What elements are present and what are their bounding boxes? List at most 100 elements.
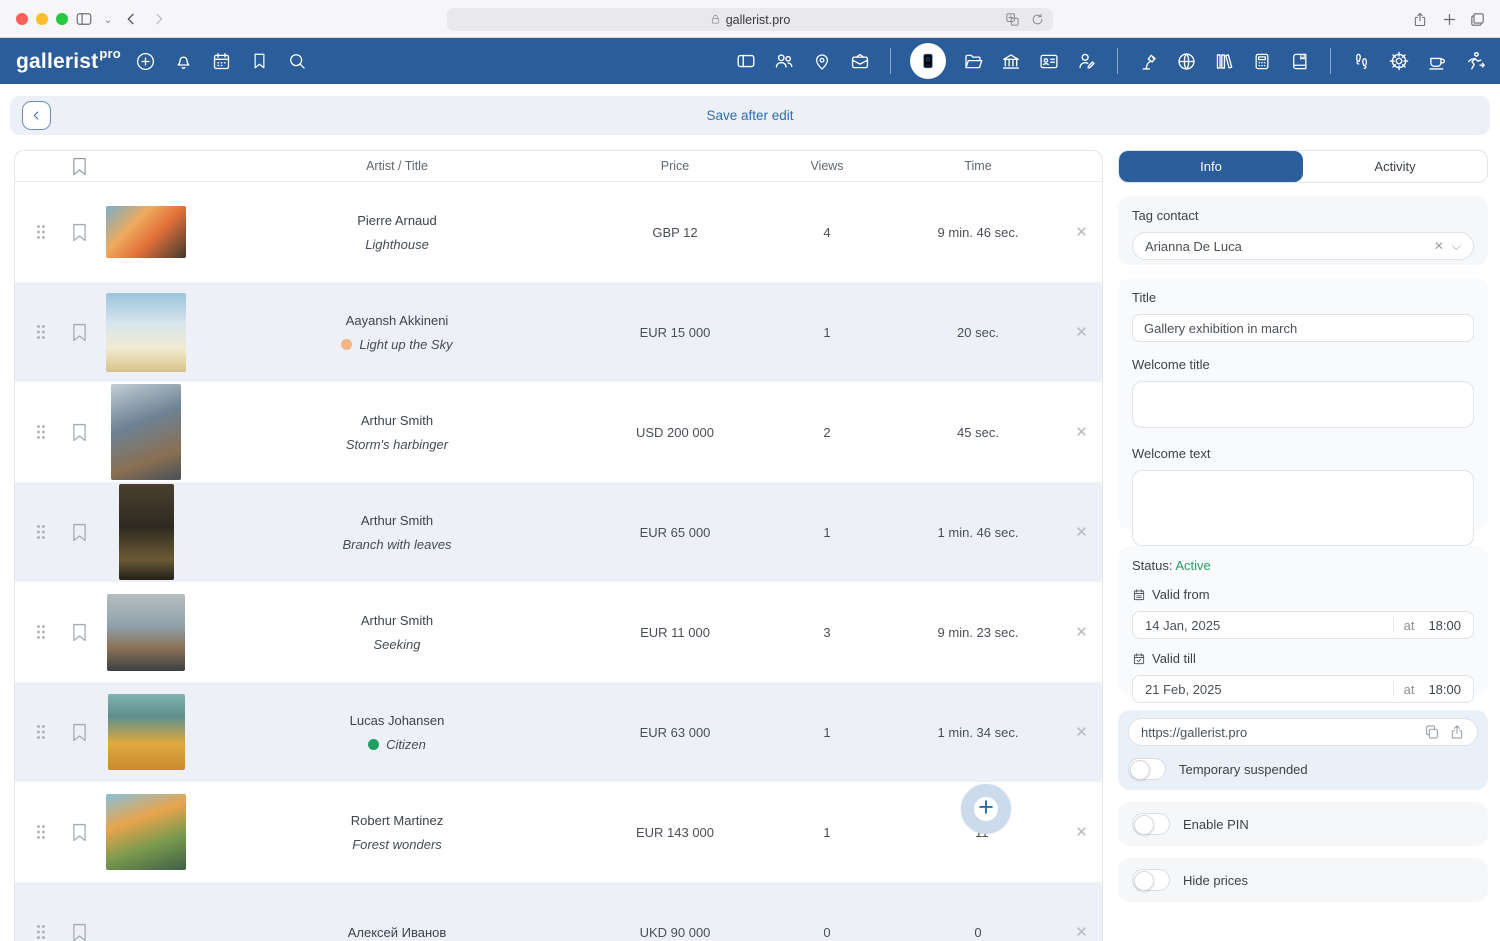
add-artwork-fab[interactable]: + — [961, 784, 1011, 834]
settings-gear-icon[interactable] — [1388, 50, 1410, 72]
share-link-icon[interactable] — [1449, 724, 1465, 740]
bank-museum-icon[interactable] — [1000, 50, 1022, 72]
valid-from-field[interactable]: 14 Jan, 2025 at 18:00 — [1132, 611, 1474, 639]
clear-icon[interactable]: ✕ — [1434, 239, 1444, 254]
address-bar[interactable]: gallerist.pro — [447, 8, 1053, 31]
minimize-window-button[interactable] — [36, 13, 48, 25]
add-circle-icon[interactable] — [134, 50, 156, 72]
artwork-thumbnail[interactable] — [106, 794, 186, 870]
bookmark-icon[interactable] — [67, 223, 91, 242]
tab-activity[interactable]: Activity — [1303, 151, 1487, 182]
bookmarks-icon[interactable] — [248, 50, 270, 72]
notifications-bell-icon[interactable] — [172, 50, 194, 72]
back-icon[interactable] — [119, 7, 143, 31]
drag-handle-icon[interactable] — [15, 824, 67, 840]
tab-info[interactable]: Info — [1119, 151, 1303, 182]
coffee-cup-icon[interactable] — [1426, 50, 1448, 72]
drag-handle-icon[interactable] — [15, 524, 67, 540]
bookmark-icon[interactable] — [67, 523, 91, 542]
share-url-field[interactable]: https://gallerist.pro — [1128, 718, 1478, 746]
library-books-icon[interactable] — [1213, 50, 1235, 72]
drag-handle-icon[interactable] — [15, 924, 67, 940]
table-row[interactable]: Pierre ArnaudLighthouse GBP 12 4 9 min. … — [15, 182, 1102, 282]
table-row[interactable]: Arthur SmithStorm's harbinger USD 200 00… — [15, 382, 1102, 482]
calendar-icon[interactable] — [210, 50, 232, 72]
valid-from-date[interactable]: 14 Jan, 2025 — [1145, 618, 1393, 633]
remove-row-button[interactable]: ✕ — [1059, 823, 1103, 841]
copy-icon[interactable] — [1424, 724, 1440, 740]
globe-icon[interactable] — [1175, 50, 1197, 72]
remove-row-button[interactable]: ✕ — [1059, 723, 1103, 741]
remove-row-button[interactable]: ✕ — [1059, 223, 1103, 241]
new-tab-icon[interactable] — [1437, 7, 1461, 31]
drag-handle-icon[interactable] — [15, 324, 67, 340]
drag-handle-icon[interactable] — [15, 624, 67, 640]
artwork-thumbnail[interactable] — [111, 384, 181, 480]
artwork-thumbnail[interactable] — [108, 694, 185, 770]
mail-icon[interactable] — [849, 50, 871, 72]
table-row[interactable]: Arthur SmithBranch with leaves EUR 65 00… — [15, 482, 1102, 582]
chevron-down-icon[interactable]: ⌄ — [96, 7, 120, 31]
contacts-people-icon[interactable] — [773, 50, 795, 72]
table-row[interactable]: Aayansh AkkineniLight up the Sky EUR 15 … — [15, 282, 1102, 382]
share-icon[interactable] — [1408, 7, 1432, 31]
book-icon[interactable] — [1289, 50, 1311, 72]
bookmark-icon[interactable] — [67, 323, 91, 342]
temporary-suspended-toggle[interactable] — [1128, 758, 1166, 780]
remove-row-button[interactable]: ✕ — [1059, 923, 1103, 941]
logout-run-icon[interactable] — [1464, 50, 1486, 72]
zoom-window-button[interactable] — [56, 13, 68, 25]
artwork-thumbnail[interactable] — [106, 206, 186, 258]
window-controls[interactable] — [16, 13, 68, 25]
device-tablet-active-icon[interactable] — [910, 43, 946, 79]
forward-icon[interactable] — [147, 7, 171, 31]
drag-handle-icon[interactable] — [15, 724, 67, 740]
calculator-icon[interactable] — [1251, 50, 1273, 72]
hide-prices-toggle[interactable] — [1132, 869, 1170, 891]
id-card-icon[interactable] — [1038, 50, 1060, 72]
table-row[interactable]: Lucas JohansenCitizen EUR 63 000 1 1 min… — [15, 682, 1102, 782]
save-after-edit-button[interactable]: Save after edit — [10, 96, 1490, 135]
welcome-text-input[interactable] — [1132, 470, 1474, 546]
valid-till-time[interactable]: 18:00 — [1428, 682, 1461, 697]
table-row[interactable]: Алексей Иванов UKD 90 000 0 0 ✕ — [15, 882, 1102, 941]
artwork-thumbnail[interactable] — [107, 594, 185, 671]
artwork-thumbnail[interactable] — [106, 293, 186, 372]
footprints-icon[interactable] — [1350, 50, 1372, 72]
enable-pin-toggle[interactable] — [1132, 813, 1170, 835]
bookmark-icon[interactable] — [67, 723, 91, 742]
remove-row-button[interactable]: ✕ — [1059, 523, 1103, 541]
drag-handle-icon[interactable] — [15, 224, 67, 240]
bookmark-header-icon[interactable] — [67, 157, 91, 176]
location-pin-icon[interactable] — [811, 50, 833, 72]
welcome-title-input[interactable] — [1132, 381, 1474, 428]
tag-contact-select[interactable]: Arianna De Luca ✕⌵ — [1132, 232, 1474, 260]
valid-till-field[interactable]: 21 Feb, 2025 at 18:00 — [1132, 675, 1474, 703]
bookmark-icon[interactable] — [67, 623, 91, 642]
remove-row-button[interactable]: ✕ — [1059, 423, 1103, 441]
title-input[interactable] — [1132, 314, 1474, 342]
sidebar-toggle-icon[interactable] — [72, 7, 96, 31]
search-icon[interactable] — [286, 50, 308, 72]
drag-handle-icon[interactable] — [15, 424, 67, 440]
app-logo[interactable]: galleristpro — [16, 48, 120, 74]
valid-till-date[interactable]: 21 Feb, 2025 — [1145, 682, 1393, 697]
remove-row-button[interactable]: ✕ — [1059, 623, 1103, 641]
bookmark-icon[interactable] — [67, 423, 91, 442]
user-edit-icon[interactable] — [1076, 50, 1098, 72]
table-row[interactable]: Robert MartinezForest wonders EUR 143 00… — [15, 782, 1102, 882]
folder-open-icon[interactable] — [962, 50, 984, 72]
remove-row-button[interactable]: ✕ — [1059, 323, 1103, 341]
desk-lamp-icon[interactable] — [1137, 50, 1159, 72]
wallet-card-icon[interactable] — [735, 50, 757, 72]
valid-from-time[interactable]: 18:00 — [1428, 618, 1461, 633]
tabs-overview-icon[interactable] — [1465, 7, 1489, 31]
close-window-button[interactable] — [16, 13, 28, 25]
table-row[interactable]: Arthur SmithSeeking EUR 11 000 3 9 min. … — [15, 582, 1102, 682]
translate-icon[interactable] — [1005, 12, 1020, 27]
artwork-thumbnail[interactable] — [119, 484, 174, 580]
chevron-down-icon[interactable]: ⌵ — [1452, 239, 1461, 254]
bookmark-icon[interactable] — [67, 823, 91, 842]
reload-icon[interactable] — [1030, 12, 1045, 27]
bookmark-icon[interactable] — [67, 923, 91, 941]
